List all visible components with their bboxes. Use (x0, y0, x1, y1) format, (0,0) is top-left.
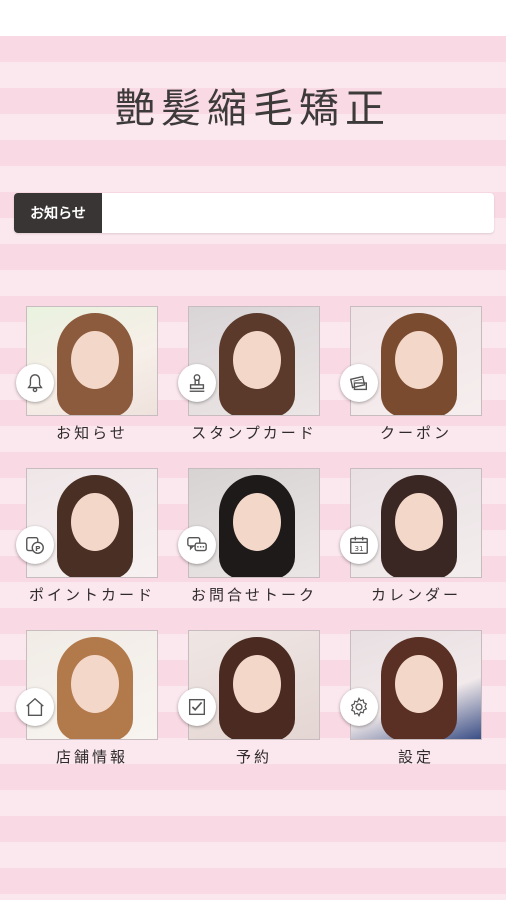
menu-label: お知らせ (56, 424, 128, 442)
news-photo (26, 306, 158, 416)
reservation-photo (188, 630, 320, 740)
menu-item-reservation[interactable]: 予約 (178, 630, 322, 778)
store-info-photo (26, 630, 158, 740)
calendar-photo (350, 468, 482, 578)
menu-item-calendar[interactable]: 31 カレンダー (340, 468, 484, 616)
menu-item-store-info[interactable]: 店舗情報 (16, 630, 160, 778)
stamp-icon (178, 364, 216, 402)
header: 艶髪縮毛矯正 (0, 36, 506, 166)
menu-item-point-card[interactable]: P ポイントカード (16, 468, 160, 616)
menu-item-inquiry-talk[interactable]: お問合せトーク (178, 468, 322, 616)
point-card-photo (26, 468, 158, 578)
stamp-card-photo (188, 306, 320, 416)
coupon-icon (340, 364, 378, 402)
svg-text:P: P (35, 544, 41, 553)
menu-label: ポイントカード (28, 586, 155, 604)
menu-label: クーポン (379, 424, 452, 442)
menu-label: 店舗情報 (55, 748, 128, 766)
home-icon (16, 688, 54, 726)
settings-photo (350, 630, 482, 740)
menu-item-settings[interactable]: 設定 (340, 630, 484, 778)
app-title: 艶髪縮毛矯正 (115, 86, 391, 132)
menu-label: 設定 (397, 748, 434, 766)
svg-text:31: 31 (354, 544, 363, 553)
menu-label: お問合せトーク (190, 586, 317, 604)
coupon-photo (350, 306, 482, 416)
notice-bar[interactable]: お知らせ (14, 193, 494, 233)
bell-icon (16, 364, 54, 402)
point-card-icon: P (16, 526, 54, 564)
menu-label: スタンプカード (191, 424, 317, 442)
menu-item-stamp-card[interactable]: スタンプカード (178, 306, 322, 454)
menu-label: カレンダー (370, 586, 461, 604)
chat-icon (178, 526, 216, 564)
checkbox-icon (178, 688, 216, 726)
menu-item-coupon[interactable]: クーポン (340, 306, 484, 454)
gear-icon (340, 688, 378, 726)
notice-label: お知らせ (14, 193, 102, 233)
app-screen: 艶髪縮毛矯正 お知らせ お知らせ スタンプカード クーポン P ポイントカード … (0, 36, 506, 900)
menu-item-news[interactable]: お知らせ (16, 306, 160, 454)
inquiry-talk-photo (188, 468, 320, 578)
menu-label: 予約 (235, 748, 272, 766)
calendar-icon: 31 (340, 526, 378, 564)
